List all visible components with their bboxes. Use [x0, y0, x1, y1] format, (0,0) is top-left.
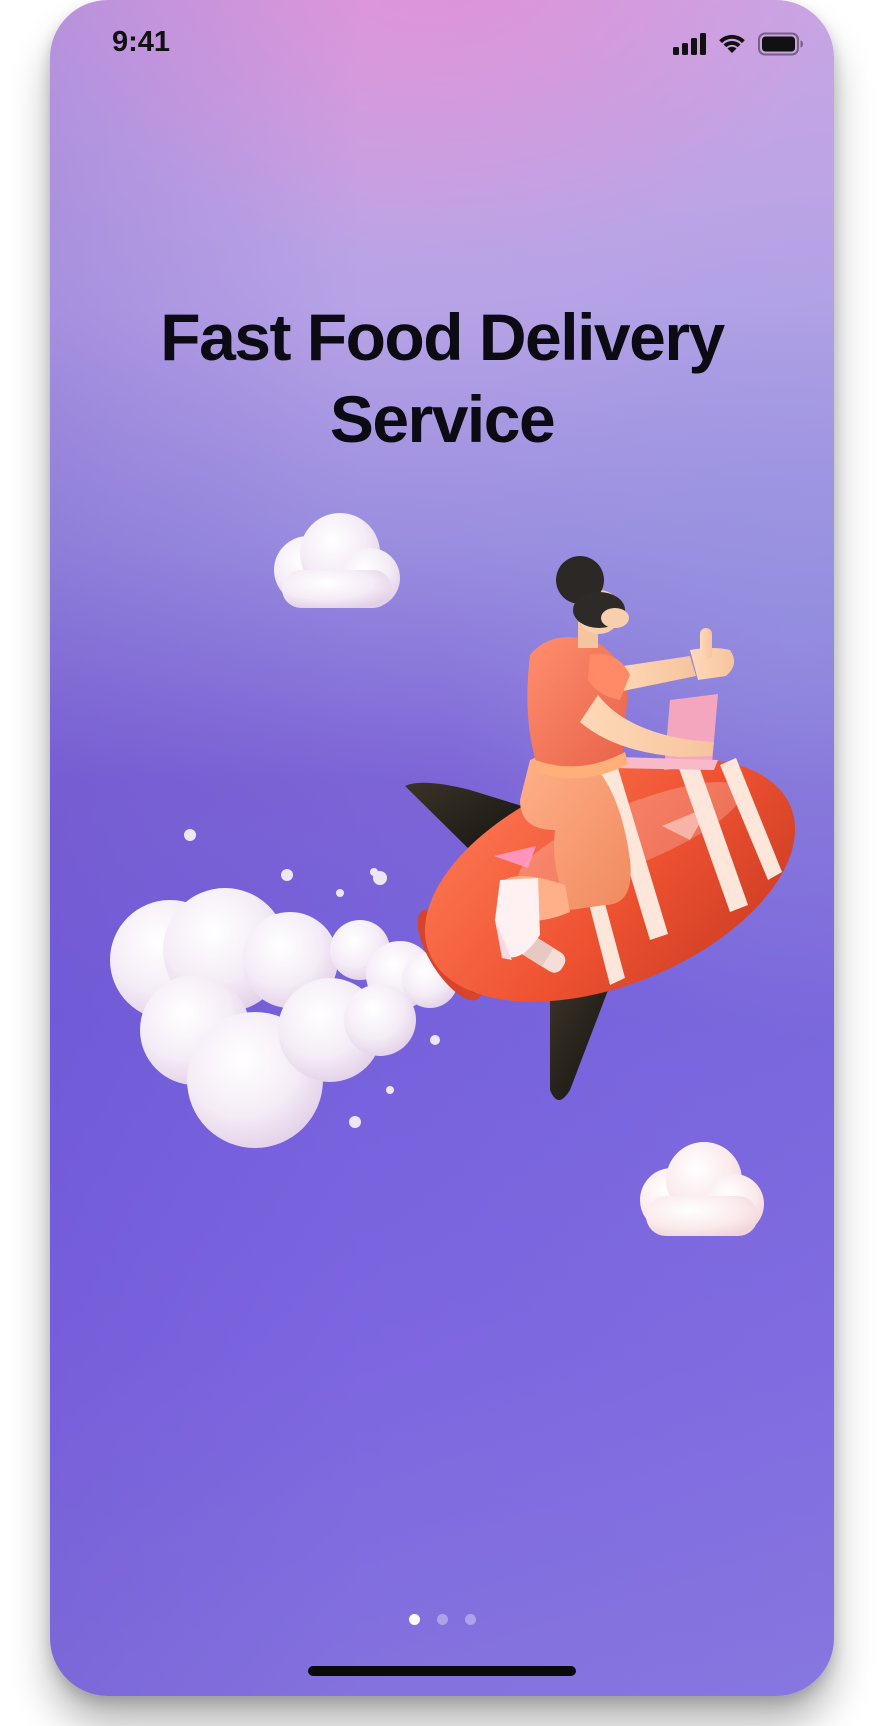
rocket-bottom-fin	[550, 985, 610, 1100]
page-dot-2[interactable]	[436, 1614, 448, 1625]
screen-container: 9:41 Fast Food Delivery Service	[0, 0, 884, 1726]
onboarding-title: Fast Food Delivery Service	[50, 296, 834, 460]
page-dot-1[interactable]	[408, 1614, 420, 1625]
woman-riding-rocket-illustration	[110, 513, 796, 1236]
title-line-1: Fast Food Delivery	[160, 300, 725, 374]
page-indicator[interactable]	[50, 1614, 834, 1625]
wifi-icon	[719, 34, 745, 53]
phone-frame: 9:41 Fast Food Delivery Service	[50, 0, 834, 1696]
small-cloud-bottom	[640, 1142, 764, 1236]
status-time: 9:41	[112, 26, 171, 58]
home-indicator[interactable]	[308, 1666, 576, 1676]
page-dot-3[interactable]	[464, 1614, 476, 1625]
battery-icon	[758, 32, 803, 56]
exhaust-cloud	[110, 829, 458, 1148]
title-line-2: Service	[329, 382, 556, 456]
cellular-signal-icon	[673, 33, 706, 55]
status-icons	[673, 32, 804, 56]
small-cloud-top	[274, 513, 400, 608]
